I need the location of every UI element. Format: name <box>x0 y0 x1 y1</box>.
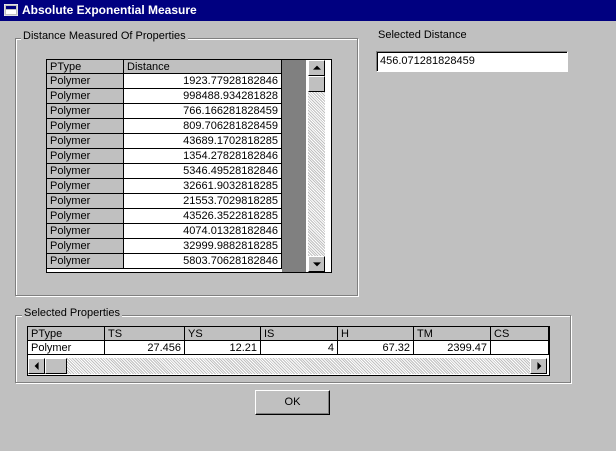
ptype-cell[interactable]: Polymer <box>47 164 124 179</box>
distance-cell[interactable]: 43526.3522818285 <box>124 209 282 224</box>
ptype-cell[interactable]: Polymer <box>47 209 124 224</box>
properties-header-row: PType TS YS IS H TM CS <box>28 327 549 342</box>
table-row[interactable]: Polymer 27.456 12.21 4 67.32 2399.47 <box>28 341 549 356</box>
column-header-cs[interactable]: CS <box>491 327 549 341</box>
table-row[interactable]: Polymer 32999.9882818285 <box>47 239 282 254</box>
grid-header-row: PType Distance <box>47 60 282 75</box>
column-header-ptype[interactable]: PType <box>47 60 124 74</box>
horizontal-scroll-thumb[interactable] <box>45 358 67 374</box>
table-row[interactable]: Polymer 21553.7029818285 <box>47 194 282 209</box>
table-row[interactable]: Polymer 43526.3522818285 <box>47 209 282 224</box>
column-header-ys[interactable]: YS <box>185 327 261 341</box>
ptype-cell[interactable]: Polymer <box>47 179 124 194</box>
distance-cell[interactable]: 766.166281828459 <box>124 104 282 119</box>
value-cell[interactable]: 12.21 <box>185 341 261 355</box>
table-row[interactable]: Polymer 809.706281828459 <box>47 119 282 134</box>
distance-cell[interactable]: 998488.934281828 <box>124 89 282 104</box>
ptype-cell[interactable]: Polymer <box>47 74 124 89</box>
window-title: Absolute Exponential Measure <box>22 3 197 17</box>
distance-cell[interactable]: 32661.9032818285 <box>124 179 282 194</box>
distance-cell[interactable]: 4074.01328182846 <box>124 224 282 239</box>
column-header-tm[interactable]: TM <box>414 327 491 341</box>
table-row[interactable]: Polymer 998488.934281828 <box>47 89 282 104</box>
scroll-down-button[interactable] <box>308 256 325 272</box>
table-row[interactable]: Polymer 1923.77928182846 <box>47 74 282 89</box>
column-header-ptype[interactable]: PType <box>28 327 105 341</box>
arrow-right-icon <box>536 362 541 370</box>
table-row[interactable]: Polymer 766.166281828459 <box>47 104 282 119</box>
column-header-distance[interactable]: Distance <box>124 60 282 74</box>
distance-cell[interactable]: 21553.7029818285 <box>124 194 282 209</box>
distance-grid[interactable]: PType Distance Polymer 1923.77928182846 Po… <box>46 59 332 273</box>
distance-cell[interactable]: 32999.9882818285 <box>124 239 282 254</box>
distance-cell[interactable]: 809.706281828459 <box>124 119 282 134</box>
ptype-cell[interactable]: Polymer <box>47 224 124 239</box>
table-row[interactable]: Polymer 32661.9032818285 <box>47 179 282 194</box>
selected-distance-label: Selected Distance <box>378 29 467 41</box>
column-header-ts[interactable]: TS <box>105 327 185 341</box>
value-cell[interactable]: 4 <box>261 341 338 355</box>
value-cell[interactable]: 67.32 <box>338 341 414 355</box>
value-cell[interactable]: 27.456 <box>105 341 185 355</box>
ptype-cell[interactable]: Polymer <box>47 239 124 254</box>
ptype-cell[interactable]: Polymer <box>47 194 124 209</box>
value-cell[interactable] <box>491 341 549 355</box>
ok-button[interactable]: OK <box>255 390 330 415</box>
value-cell[interactable]: 2399.47 <box>414 341 491 355</box>
table-row[interactable]: Polymer 4074.01328182846 <box>47 224 282 239</box>
dialog-window: Absolute Exponential Measure Distance Me… <box>0 0 616 451</box>
ptype-cell[interactable]: Polymer <box>47 89 124 104</box>
ptype-cell[interactable]: Polymer <box>28 341 105 355</box>
app-icon[interactable] <box>4 4 18 16</box>
scroll-up-button[interactable] <box>308 60 325 76</box>
ptype-cell[interactable]: Polymer <box>47 104 124 119</box>
properties-group-label: Selected Properties <box>22 307 122 319</box>
scroll-right-button[interactable] <box>530 358 547 374</box>
properties-grid[interactable]: PType TS YS IS H TM CS Polymer 27.456 12.21 4 67.3… <box>27 326 550 376</box>
ptype-cell[interactable]: Polymer <box>47 119 124 134</box>
distance-cell[interactable]: 1354.27828182846 <box>124 149 282 164</box>
distance-vertical-scrollbar[interactable] <box>308 60 325 272</box>
scroll-left-button[interactable] <box>28 358 45 374</box>
distance-cell[interactable]: 5803.70628182846 <box>124 254 282 269</box>
table-row[interactable]: Polymer 5346.49528182846 <box>47 164 282 179</box>
properties-horizontal-scrollbar[interactable] <box>28 358 547 374</box>
scroll-thumb[interactable] <box>308 76 325 92</box>
table-row[interactable]: Polymer 5803.70628182846 <box>47 254 282 269</box>
grid-empty-area <box>282 60 306 272</box>
table-row[interactable]: Polymer 43689.1702818285 <box>47 134 282 149</box>
arrow-left-icon <box>34 362 39 370</box>
table-row[interactable]: Polymer 1354.27828182846 <box>47 149 282 164</box>
arrow-up-icon <box>312 65 321 70</box>
ptype-cell[interactable]: Polymer <box>47 254 124 269</box>
distance-group-label: Distance Measured Of Properties <box>21 30 188 42</box>
distance-cell[interactable]: 1923.77928182846 <box>124 74 282 89</box>
column-header-is[interactable]: IS <box>261 327 338 341</box>
arrow-down-icon <box>312 262 321 267</box>
distance-cell[interactable]: 5346.49528182846 <box>124 164 282 179</box>
column-header-h[interactable]: H <box>338 327 414 341</box>
ptype-cell[interactable]: Polymer <box>47 149 124 164</box>
title-bar[interactable]: Absolute Exponential Measure <box>0 0 616 21</box>
selected-distance-field[interactable]: 456.071281828459 <box>376 51 568 72</box>
ptype-cell[interactable]: Polymer <box>47 134 124 149</box>
distance-cell[interactable]: 43689.1702818285 <box>124 134 282 149</box>
